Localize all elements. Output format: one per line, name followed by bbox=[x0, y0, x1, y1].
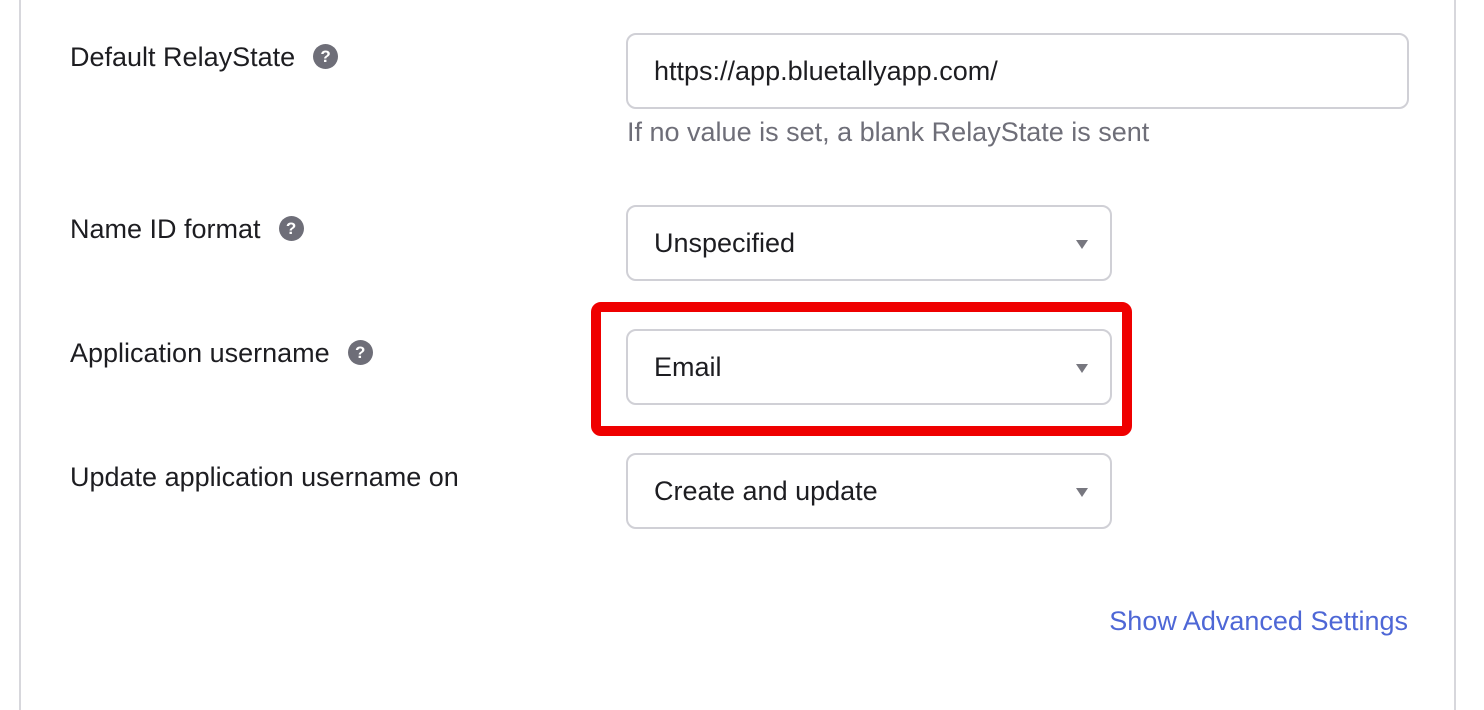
update-username-on-value: Create and update bbox=[654, 476, 878, 506]
app-username-value: Email bbox=[654, 352, 722, 382]
name-id-format-label: Name ID format? bbox=[70, 213, 304, 245]
app-username-label-text: Application username bbox=[70, 338, 330, 368]
name-id-format-label-text: Name ID format bbox=[70, 214, 261, 244]
relay-state-input[interactable] bbox=[626, 33, 1409, 109]
update-username-on-select[interactable]: Create and update bbox=[626, 453, 1112, 529]
help-icon[interactable]: ? bbox=[313, 44, 339, 70]
app-username-label: Application username? bbox=[70, 337, 373, 369]
help-icon[interactable]: ? bbox=[347, 340, 373, 366]
app-username-select[interactable]: Email bbox=[626, 329, 1112, 405]
caret-down-icon bbox=[1076, 240, 1088, 249]
relay-state-label: Default RelayState? bbox=[70, 41, 339, 73]
show-advanced-settings-link[interactable]: Show Advanced Settings bbox=[1109, 605, 1408, 637]
caret-down-icon bbox=[1076, 488, 1088, 497]
relay-state-label-text: Default RelayState bbox=[70, 42, 296, 72]
relay-state-hint: If no value is set, a blank RelayState i… bbox=[627, 117, 1150, 147]
caret-down-icon bbox=[1076, 364, 1088, 373]
name-id-format-value: Unspecified bbox=[654, 228, 796, 258]
help-icon[interactable]: ? bbox=[278, 216, 304, 242]
name-id-format-select[interactable]: Unspecified bbox=[626, 205, 1112, 281]
update-username-on-label: Update application username on bbox=[70, 462, 459, 492]
